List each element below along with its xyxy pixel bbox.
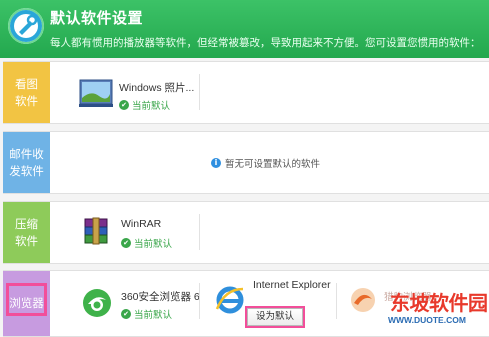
app-360-browser[interactable]: 360安全浏览器 6 ✔ 当前默认 [81,287,201,323]
highlight-box [6,283,47,316]
notice-text: 暂无可设置默认的软件 [225,159,321,170]
app-name: Internet Explorer [253,279,331,291]
settings-logo-icon [8,8,44,44]
site-watermark: 东坡软件园 WWW.DUOTE.COM [352,284,489,337]
check-icon: ✔ [121,238,131,248]
category-row-image-viewer: 看图 软件 Windows 照片... ✔ 当前默认 [3,61,489,124]
title-bar: 默认软件设置 每人都有惯用的播放器等软件，但经常被篡改，导致用起来不方便。您可设… [0,0,489,58]
winrar-icon [84,217,108,245]
set-as-default-button[interactable]: 设为默认 [245,306,305,328]
app-name: 360安全浏览器 6 [121,291,200,303]
no-software-notice: i 暂无可设置默认的软件 [211,156,320,170]
360-browser-icon [83,289,111,317]
watermark-url: WWW.DUOTE.COM [388,315,466,325]
windows-photo-viewer-icon [79,79,113,107]
watermark-title: 东坡软件园 [390,291,488,315]
page-subtitle: 每人都有惯用的播放器等软件，但经常被篡改，导致用起来不方便。您可设置您惯用的软件… [50,37,481,49]
divider [199,74,200,110]
status-text: 当前默认 [134,310,173,321]
app-name: Windows 照片... [119,82,195,94]
category-row-compression: 压缩 软件 WinRAR ✔ 当前默认 [3,201,489,264]
category-label-text: 邮件收 发软件 [9,146,44,178]
category-label-text: 压缩 软件 [15,216,38,248]
check-icon: ✔ [119,100,129,110]
app-winrar[interactable]: WinRAR ✔ 当前默认 [81,216,201,252]
divider [199,214,200,250]
app-name: WinRAR [121,218,162,230]
divider [199,283,200,319]
category-label-image-viewer: 看图 软件 [3,62,50,123]
divider [336,283,337,319]
internet-explorer-icon [215,286,244,314]
status-text: 当前默认 [132,101,171,112]
current-default-badge: ✔ 当前默认 [121,307,172,321]
current-default-badge: ✔ 当前默认 [121,236,172,250]
category-label-compression: 压缩 软件 [3,202,50,263]
category-label-email: 邮件收 发软件 [3,132,50,193]
page-title: 默认软件设置 [50,9,144,27]
check-icon: ✔ [121,309,131,319]
info-icon: i [211,158,221,168]
category-row-email: 邮件收 发软件 i 暂无可设置默认的软件 [3,131,489,194]
status-text: 当前默认 [134,239,173,250]
category-label-text: 看图 软件 [15,76,38,108]
current-default-badge: ✔ 当前默认 [119,98,170,112]
app-windows-photo-viewer[interactable]: Windows 照片... ✔ 当前默认 [79,78,199,114]
